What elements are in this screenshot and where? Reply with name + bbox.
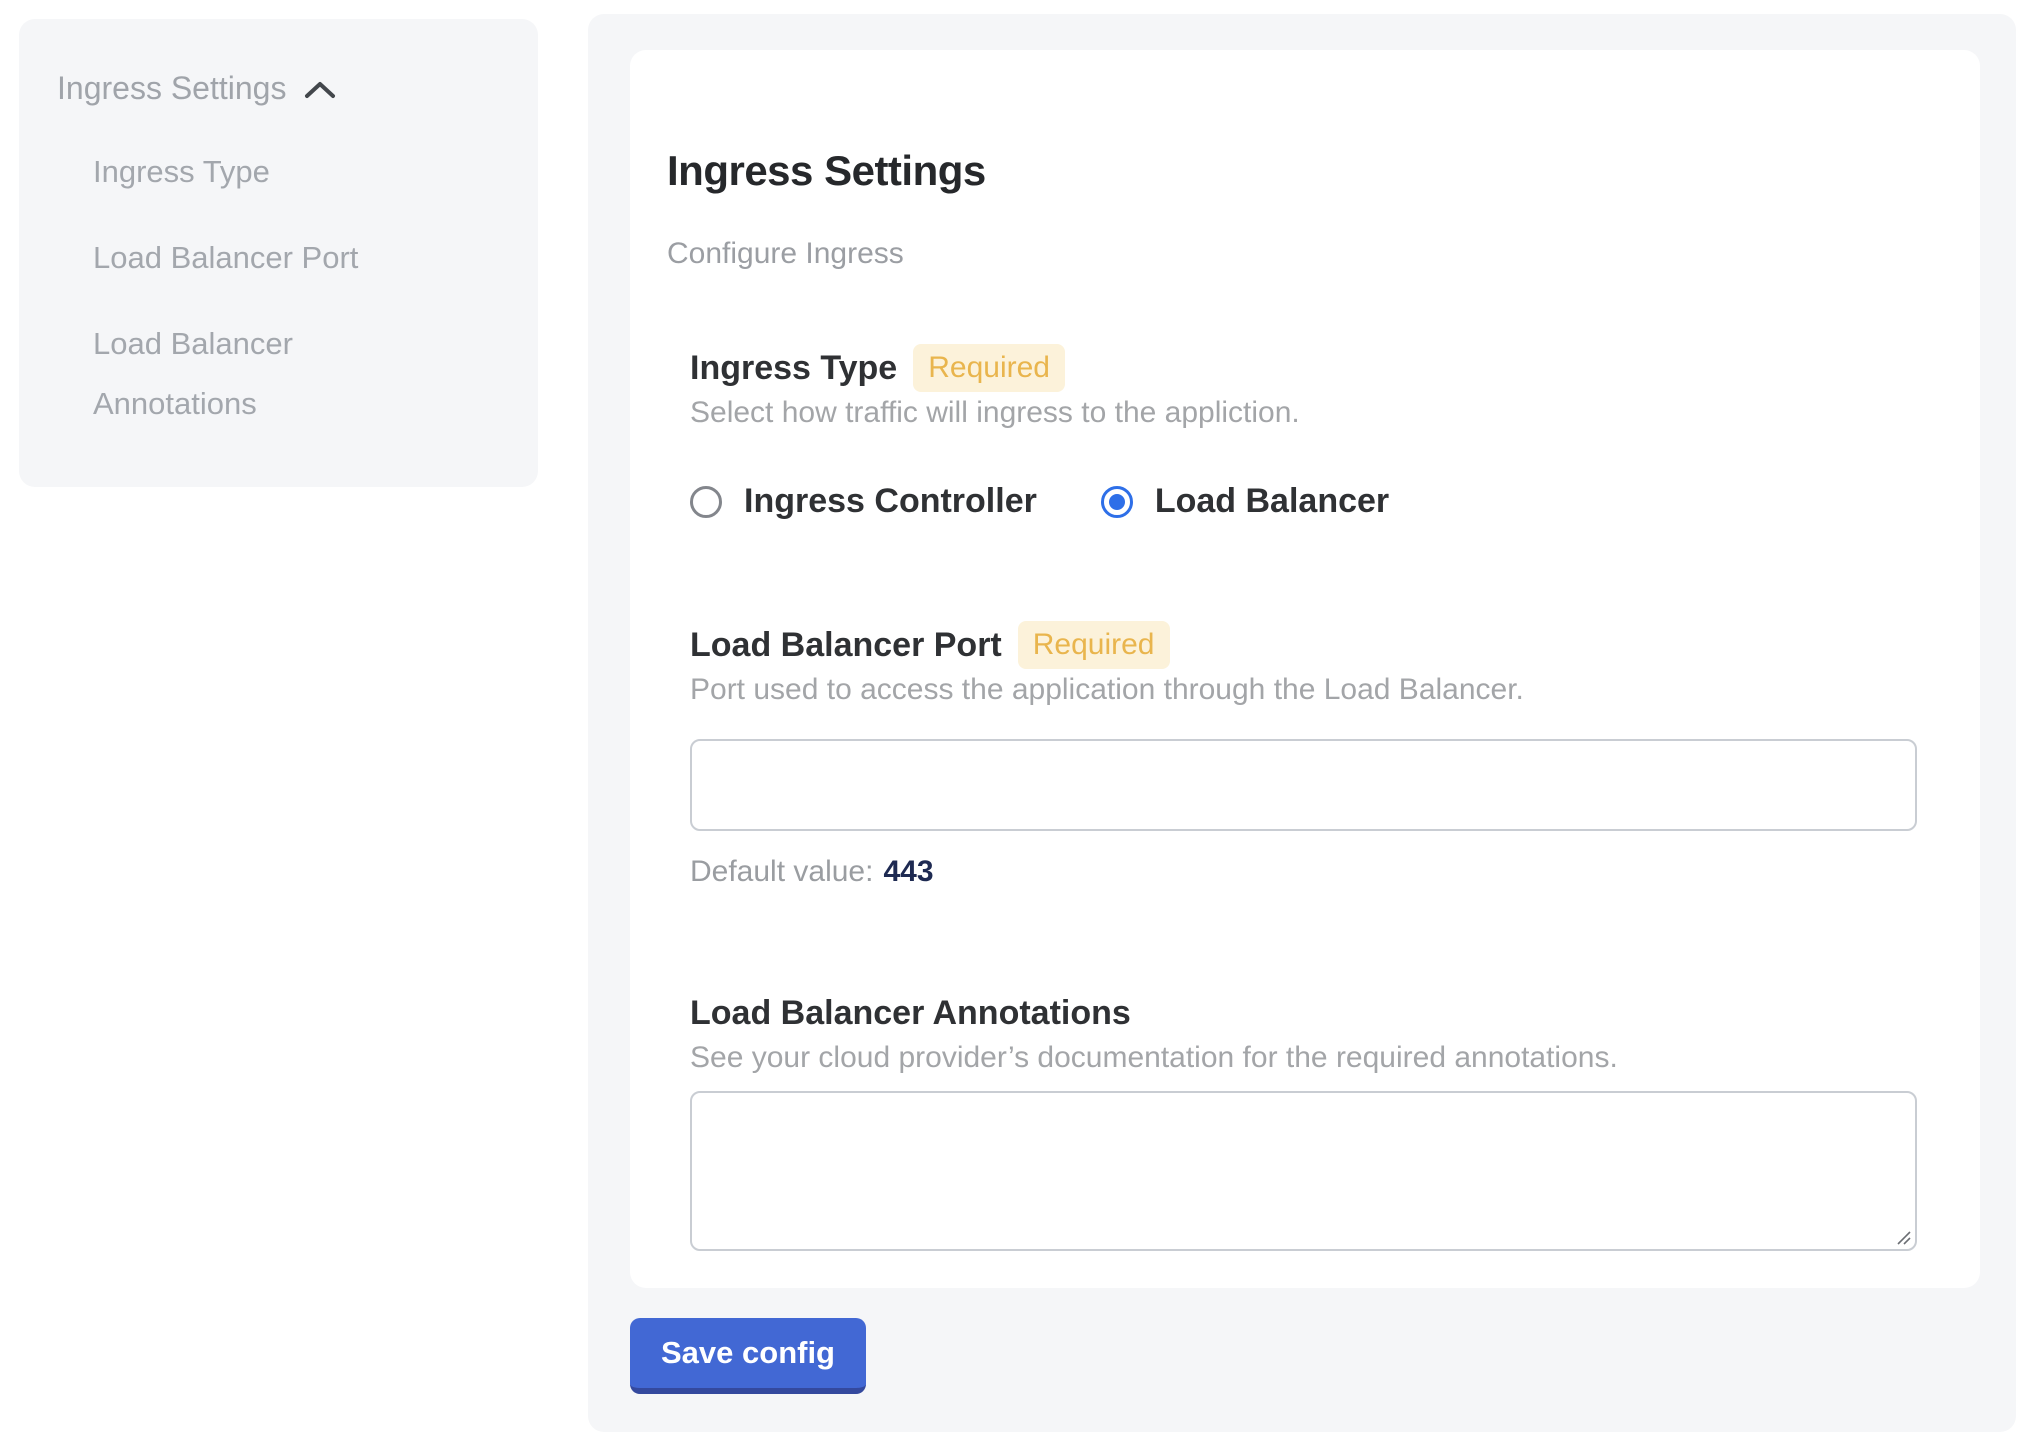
default-value-line: Default value: 443 xyxy=(690,853,1917,891)
annotations-textarea-wrap xyxy=(690,1091,1917,1251)
ingress-settings-card: Ingress Settings Configure Ingress Ingre… xyxy=(630,50,1980,1288)
load-balancer-annotations-textarea[interactable] xyxy=(690,1091,1917,1251)
section-heading-ingress-type: Ingress Type xyxy=(690,344,897,392)
radio-load-balancer[interactable]: Load Balancer xyxy=(1101,482,1389,521)
page-title: Ingress Settings xyxy=(667,148,1917,194)
required-badge: Required xyxy=(1018,621,1170,669)
section-load-balancer-annotations: Load Balancer Annotations See your cloud… xyxy=(690,989,1917,1251)
section-description: Select how traffic will ingress to the a… xyxy=(690,394,1917,432)
section-heading-row: Load Balancer Port Required xyxy=(690,621,1917,669)
required-badge: Required xyxy=(913,344,1065,392)
main-panel: Ingress Settings Configure Ingress Ingre… xyxy=(588,14,2016,1432)
radio-label: Load Balancer xyxy=(1155,482,1389,521)
section-description: See your cloud provider’s documentation … xyxy=(690,1039,1917,1077)
sidebar-nav: Ingress Settings Ingress Type Load Balan… xyxy=(19,19,538,487)
section-ingress-type: Ingress Type Required Select how traffic… xyxy=(690,344,1917,521)
load-balancer-port-input[interactable] xyxy=(690,739,1917,831)
sidebar-group-ingress-settings[interactable]: Ingress Settings xyxy=(57,70,508,106)
default-value: 443 xyxy=(883,853,933,891)
page-subtitle: Configure Ingress xyxy=(667,236,1917,272)
sidebar-group-label: Ingress Settings xyxy=(57,70,286,106)
default-value-label: Default value: xyxy=(690,853,873,891)
section-heading-load-balancer-port: Load Balancer Port xyxy=(690,621,1002,669)
radio-selected-icon xyxy=(1101,486,1133,518)
radio-ingress-controller[interactable]: Ingress Controller xyxy=(690,482,1037,521)
radio-label: Ingress Controller xyxy=(744,482,1037,521)
section-heading-row: Ingress Type Required xyxy=(690,344,1917,392)
resize-handle-icon[interactable] xyxy=(1892,1226,1912,1246)
radio-unselected-icon xyxy=(690,486,722,518)
sidebar-item-ingress-type[interactable]: Ingress Type xyxy=(57,142,457,202)
sidebar-items: Ingress Type Load Balancer Port Load Bal… xyxy=(57,142,508,434)
save-config-button[interactable]: Save config xyxy=(630,1318,866,1394)
section-load-balancer-port: Load Balancer Port Required Port used to… xyxy=(690,621,1917,891)
ingress-type-radio-group: Ingress Controller Load Balancer xyxy=(690,482,1917,521)
section-description: Port used to access the application thro… xyxy=(690,671,1917,709)
chevron-up-icon xyxy=(304,81,336,99)
sidebar-item-load-balancer-annotations[interactable]: Load Balancer Annotations xyxy=(57,314,457,434)
sidebar-item-load-balancer-port[interactable]: Load Balancer Port xyxy=(57,228,457,288)
section-heading-load-balancer-annotations: Load Balancer Annotations xyxy=(690,989,1131,1037)
section-heading-row: Load Balancer Annotations xyxy=(690,989,1917,1037)
